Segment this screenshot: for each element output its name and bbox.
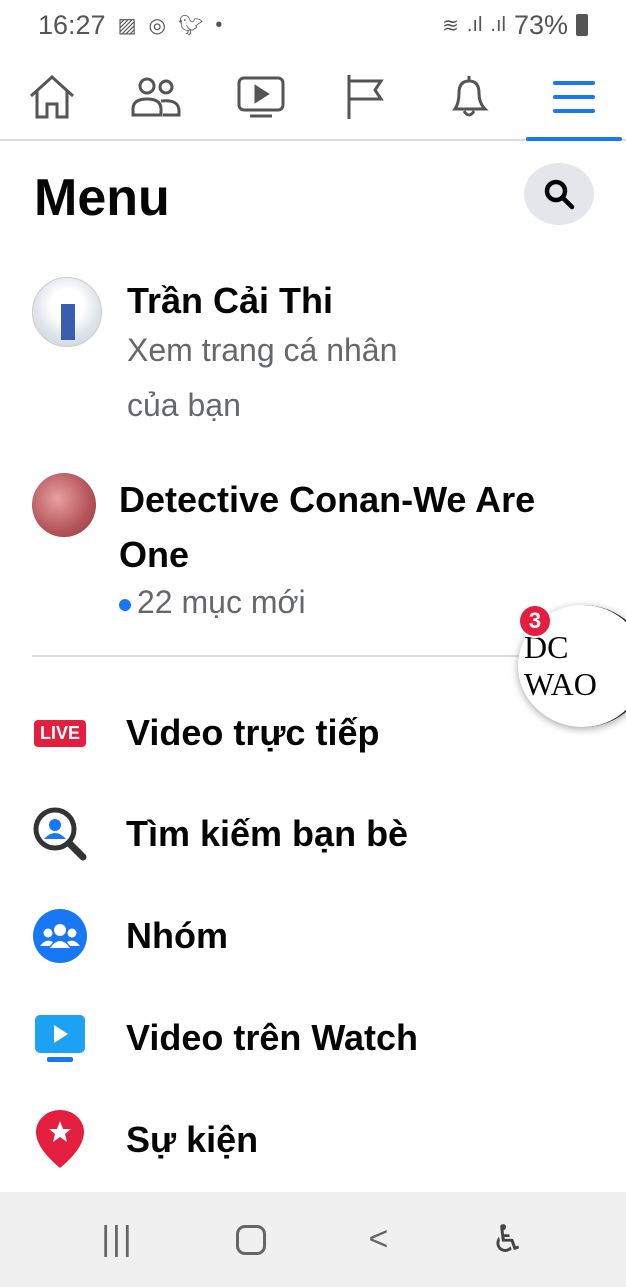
battery-level: 73% — [513, 9, 568, 40]
tab-home[interactable] — [0, 55, 104, 139]
menu-item-find-friends[interactable]: Tìm kiếm bạn bè — [0, 789, 626, 879]
menu-item-events[interactable]: Sự kiện — [0, 1095, 626, 1185]
home-button[interactable] — [236, 1224, 267, 1255]
group-name[interactable]: Detective Conan-We Are — [119, 479, 535, 521]
menu-item-label: Video trên Watch — [126, 1017, 419, 1058]
menu-item-label: Video trực tiếp — [126, 712, 380, 753]
menu-item-label: Tìm kiếm bạn bè — [126, 813, 409, 854]
watch-video-icon — [35, 1015, 85, 1062]
live-icon: LIVE — [33, 719, 86, 747]
menu-item-label: Nhóm — [126, 915, 228, 956]
profile-name[interactable]: Trần Cải Thi — [127, 280, 333, 322]
chat-head-badge: 3 — [518, 604, 552, 638]
twitter-icon: 🐦︎ — [177, 14, 204, 37]
system-nav-bar: ||| < ♿︎ — [0, 1192, 626, 1287]
group-new-count: 22 mục mới — [119, 584, 306, 621]
battery-icon — [576, 14, 588, 36]
watch-icon — [237, 76, 285, 118]
messenger-icon: ◎ — [148, 14, 166, 37]
hamburger-icon — [552, 81, 595, 113]
tab-friends[interactable] — [104, 55, 208, 139]
top-nav — [0, 55, 626, 141]
dot-icon: • — [215, 13, 223, 36]
group-avatar[interactable] — [32, 473, 96, 537]
tab-menu[interactable] — [522, 55, 626, 141]
status-bar: 16:27 ▨ ◎ 🐦︎ • ≋ .ıl .ıl 73% — [0, 0, 626, 50]
accessibility-icon[interactable]: ♿︎ — [491, 1217, 525, 1262]
groups-icon — [33, 909, 87, 963]
menu-item-live-video[interactable]: LIVE Video trực tiếp — [0, 688, 626, 778]
tab-pages[interactable] — [313, 55, 417, 139]
search-icon — [544, 179, 575, 210]
divider — [32, 655, 592, 657]
friends-icon — [131, 77, 181, 117]
events-icon — [36, 1110, 84, 1168]
new-dot-icon — [119, 598, 131, 611]
clock: 16:27 — [38, 9, 106, 40]
flag-icon — [347, 75, 384, 119]
bell-icon — [452, 76, 490, 117]
menu-item-watch[interactable]: Video trên Watch — [0, 993, 626, 1083]
find-friends-icon — [33, 807, 87, 861]
page-title: Menu — [34, 169, 170, 227]
back-button[interactable]: < — [368, 1220, 388, 1259]
tab-notifications[interactable] — [417, 55, 521, 139]
profile-avatar[interactable] — [32, 277, 102, 347]
home-icon — [30, 74, 75, 119]
wifi-icon: ≋ — [442, 14, 459, 37]
tab-watch[interactable] — [209, 55, 313, 139]
menu-item-groups[interactable]: Nhóm — [0, 891, 626, 981]
profile-link-2[interactable]: của bạn — [127, 387, 241, 424]
search-button[interactable] — [524, 163, 594, 225]
signal-icon: .ıl — [490, 13, 506, 36]
menu-item-label: Sự kiện — [126, 1119, 259, 1160]
gallery-icon: ▨ — [117, 14, 137, 37]
group-name-2[interactable]: One — [119, 534, 189, 576]
signal-icon: .ıl — [466, 13, 483, 36]
recents-button[interactable]: ||| — [101, 1220, 134, 1259]
profile-link[interactable]: Xem trang cá nhân — [127, 332, 437, 369]
